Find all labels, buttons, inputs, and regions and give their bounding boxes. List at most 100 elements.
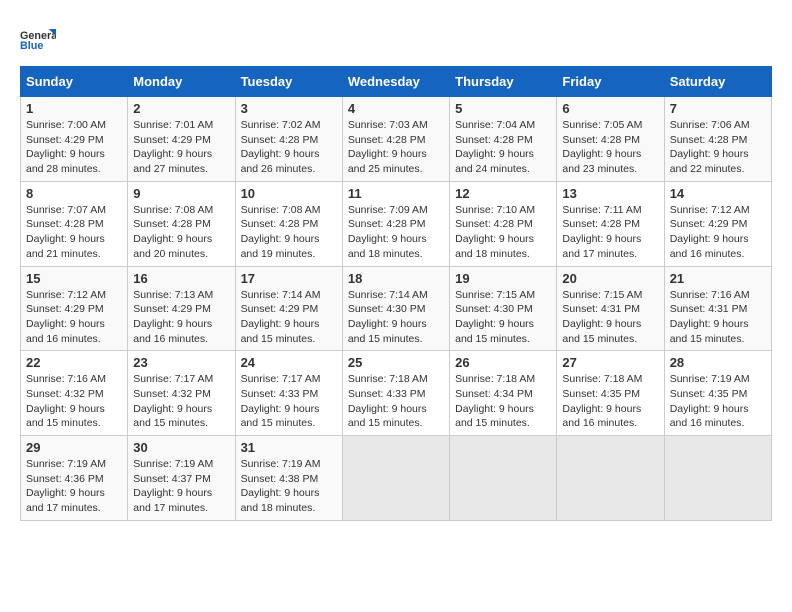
weekday-header: Friday	[557, 67, 664, 97]
day-number: 19	[455, 271, 551, 286]
calendar-day-cell: 22 Sunrise: 7:16 AM Sunset: 4:32 PM Dayl…	[21, 351, 128, 436]
calendar-day-cell: 25 Sunrise: 7:18 AM Sunset: 4:33 PM Dayl…	[342, 351, 449, 436]
day-info: Sunrise: 7:14 AM Sunset: 4:29 PM Dayligh…	[241, 288, 337, 347]
day-info: Sunrise: 7:06 AM Sunset: 4:28 PM Dayligh…	[670, 118, 766, 177]
day-info: Sunrise: 7:19 AM Sunset: 4:38 PM Dayligh…	[241, 457, 337, 516]
day-info: Sunrise: 7:18 AM Sunset: 4:35 PM Dayligh…	[562, 372, 658, 431]
day-info: Sunrise: 7:19 AM Sunset: 4:37 PM Dayligh…	[133, 457, 229, 516]
day-number: 17	[241, 271, 337, 286]
day-info: Sunrise: 7:00 AM Sunset: 4:29 PM Dayligh…	[26, 118, 122, 177]
calendar-day-cell: 16 Sunrise: 7:13 AM Sunset: 4:29 PM Dayl…	[128, 266, 235, 351]
day-number: 8	[26, 186, 122, 201]
day-number: 7	[670, 101, 766, 116]
day-number: 29	[26, 440, 122, 455]
weekday-header: Sunday	[21, 67, 128, 97]
day-info: Sunrise: 7:17 AM Sunset: 4:33 PM Dayligh…	[241, 372, 337, 431]
day-number: 22	[26, 355, 122, 370]
day-info: Sunrise: 7:15 AM Sunset: 4:30 PM Dayligh…	[455, 288, 551, 347]
calendar-day-cell	[450, 436, 557, 521]
calendar-day-cell: 18 Sunrise: 7:14 AM Sunset: 4:30 PM Dayl…	[342, 266, 449, 351]
calendar-day-cell: 6 Sunrise: 7:05 AM Sunset: 4:28 PM Dayli…	[557, 97, 664, 182]
calendar-day-cell	[342, 436, 449, 521]
day-info: Sunrise: 7:12 AM Sunset: 4:29 PM Dayligh…	[26, 288, 122, 347]
calendar-day-cell: 4 Sunrise: 7:03 AM Sunset: 4:28 PM Dayli…	[342, 97, 449, 182]
calendar-day-cell: 10 Sunrise: 7:08 AM Sunset: 4:28 PM Dayl…	[235, 181, 342, 266]
calendar-day-cell: 23 Sunrise: 7:17 AM Sunset: 4:32 PM Dayl…	[128, 351, 235, 436]
calendar-day-cell: 8 Sunrise: 7:07 AM Sunset: 4:28 PM Dayli…	[21, 181, 128, 266]
day-number: 9	[133, 186, 229, 201]
calendar-day-cell: 21 Sunrise: 7:16 AM Sunset: 4:31 PM Dayl…	[664, 266, 771, 351]
logo-icon: General Blue	[20, 20, 56, 56]
calendar-day-cell: 27 Sunrise: 7:18 AM Sunset: 4:35 PM Dayl…	[557, 351, 664, 436]
weekday-header: Wednesday	[342, 67, 449, 97]
day-number: 16	[133, 271, 229, 286]
day-number: 12	[455, 186, 551, 201]
day-number: 27	[562, 355, 658, 370]
calendar-header: SundayMondayTuesdayWednesdayThursdayFrid…	[21, 67, 772, 97]
calendar-day-cell: 5 Sunrise: 7:04 AM Sunset: 4:28 PM Dayli…	[450, 97, 557, 182]
calendar-day-cell: 26 Sunrise: 7:18 AM Sunset: 4:34 PM Dayl…	[450, 351, 557, 436]
day-number: 11	[348, 186, 444, 201]
day-info: Sunrise: 7:07 AM Sunset: 4:28 PM Dayligh…	[26, 203, 122, 262]
day-info: Sunrise: 7:16 AM Sunset: 4:32 PM Dayligh…	[26, 372, 122, 431]
calendar-day-cell: 11 Sunrise: 7:09 AM Sunset: 4:28 PM Dayl…	[342, 181, 449, 266]
day-info: Sunrise: 7:05 AM Sunset: 4:28 PM Dayligh…	[562, 118, 658, 177]
day-info: Sunrise: 7:01 AM Sunset: 4:29 PM Dayligh…	[133, 118, 229, 177]
day-info: Sunrise: 7:13 AM Sunset: 4:29 PM Dayligh…	[133, 288, 229, 347]
day-number: 3	[241, 101, 337, 116]
day-info: Sunrise: 7:18 AM Sunset: 4:33 PM Dayligh…	[348, 372, 444, 431]
calendar-day-cell: 15 Sunrise: 7:12 AM Sunset: 4:29 PM Dayl…	[21, 266, 128, 351]
calendar-day-cell: 20 Sunrise: 7:15 AM Sunset: 4:31 PM Dayl…	[557, 266, 664, 351]
calendar-day-cell: 29 Sunrise: 7:19 AM Sunset: 4:36 PM Dayl…	[21, 436, 128, 521]
calendar-day-cell: 28 Sunrise: 7:19 AM Sunset: 4:35 PM Dayl…	[664, 351, 771, 436]
day-info: Sunrise: 7:08 AM Sunset: 4:28 PM Dayligh…	[241, 203, 337, 262]
day-info: Sunrise: 7:08 AM Sunset: 4:28 PM Dayligh…	[133, 203, 229, 262]
weekday-header: Saturday	[664, 67, 771, 97]
day-info: Sunrise: 7:19 AM Sunset: 4:36 PM Dayligh…	[26, 457, 122, 516]
day-number: 31	[241, 440, 337, 455]
calendar-day-cell: 14 Sunrise: 7:12 AM Sunset: 4:29 PM Dayl…	[664, 181, 771, 266]
day-number: 24	[241, 355, 337, 370]
day-info: Sunrise: 7:19 AM Sunset: 4:35 PM Dayligh…	[670, 372, 766, 431]
day-number: 1	[26, 101, 122, 116]
svg-text:Blue: Blue	[20, 40, 43, 52]
day-number: 25	[348, 355, 444, 370]
logo: General Blue	[20, 20, 56, 56]
day-number: 15	[26, 271, 122, 286]
day-info: Sunrise: 7:17 AM Sunset: 4:32 PM Dayligh…	[133, 372, 229, 431]
day-number: 23	[133, 355, 229, 370]
day-info: Sunrise: 7:03 AM Sunset: 4:28 PM Dayligh…	[348, 118, 444, 177]
calendar-week-row: 22 Sunrise: 7:16 AM Sunset: 4:32 PM Dayl…	[21, 351, 772, 436]
calendar-day-cell	[557, 436, 664, 521]
day-info: Sunrise: 7:15 AM Sunset: 4:31 PM Dayligh…	[562, 288, 658, 347]
calendar-week-row: 8 Sunrise: 7:07 AM Sunset: 4:28 PM Dayli…	[21, 181, 772, 266]
calendar-week-row: 1 Sunrise: 7:00 AM Sunset: 4:29 PM Dayli…	[21, 97, 772, 182]
day-number: 28	[670, 355, 766, 370]
calendar-day-cell	[664, 436, 771, 521]
page-header: General Blue	[20, 20, 772, 56]
calendar-table: SundayMondayTuesdayWednesdayThursdayFrid…	[20, 66, 772, 521]
weekday-header: Monday	[128, 67, 235, 97]
day-info: Sunrise: 7:09 AM Sunset: 4:28 PM Dayligh…	[348, 203, 444, 262]
day-number: 30	[133, 440, 229, 455]
day-number: 14	[670, 186, 766, 201]
day-number: 10	[241, 186, 337, 201]
day-info: Sunrise: 7:18 AM Sunset: 4:34 PM Dayligh…	[455, 372, 551, 431]
day-number: 13	[562, 186, 658, 201]
day-number: 26	[455, 355, 551, 370]
day-info: Sunrise: 7:11 AM Sunset: 4:28 PM Dayligh…	[562, 203, 658, 262]
day-number: 5	[455, 101, 551, 116]
calendar-day-cell: 30 Sunrise: 7:19 AM Sunset: 4:37 PM Dayl…	[128, 436, 235, 521]
day-info: Sunrise: 7:10 AM Sunset: 4:28 PM Dayligh…	[455, 203, 551, 262]
calendar-day-cell: 17 Sunrise: 7:14 AM Sunset: 4:29 PM Dayl…	[235, 266, 342, 351]
calendar-day-cell: 24 Sunrise: 7:17 AM Sunset: 4:33 PM Dayl…	[235, 351, 342, 436]
calendar-day-cell: 31 Sunrise: 7:19 AM Sunset: 4:38 PM Dayl…	[235, 436, 342, 521]
calendar-day-cell: 7 Sunrise: 7:06 AM Sunset: 4:28 PM Dayli…	[664, 97, 771, 182]
day-info: Sunrise: 7:14 AM Sunset: 4:30 PM Dayligh…	[348, 288, 444, 347]
weekday-header: Tuesday	[235, 67, 342, 97]
day-number: 18	[348, 271, 444, 286]
calendar-body: 1 Sunrise: 7:00 AM Sunset: 4:29 PM Dayli…	[21, 97, 772, 521]
day-info: Sunrise: 7:12 AM Sunset: 4:29 PM Dayligh…	[670, 203, 766, 262]
calendar-week-row: 15 Sunrise: 7:12 AM Sunset: 4:29 PM Dayl…	[21, 266, 772, 351]
weekday-header: Thursday	[450, 67, 557, 97]
